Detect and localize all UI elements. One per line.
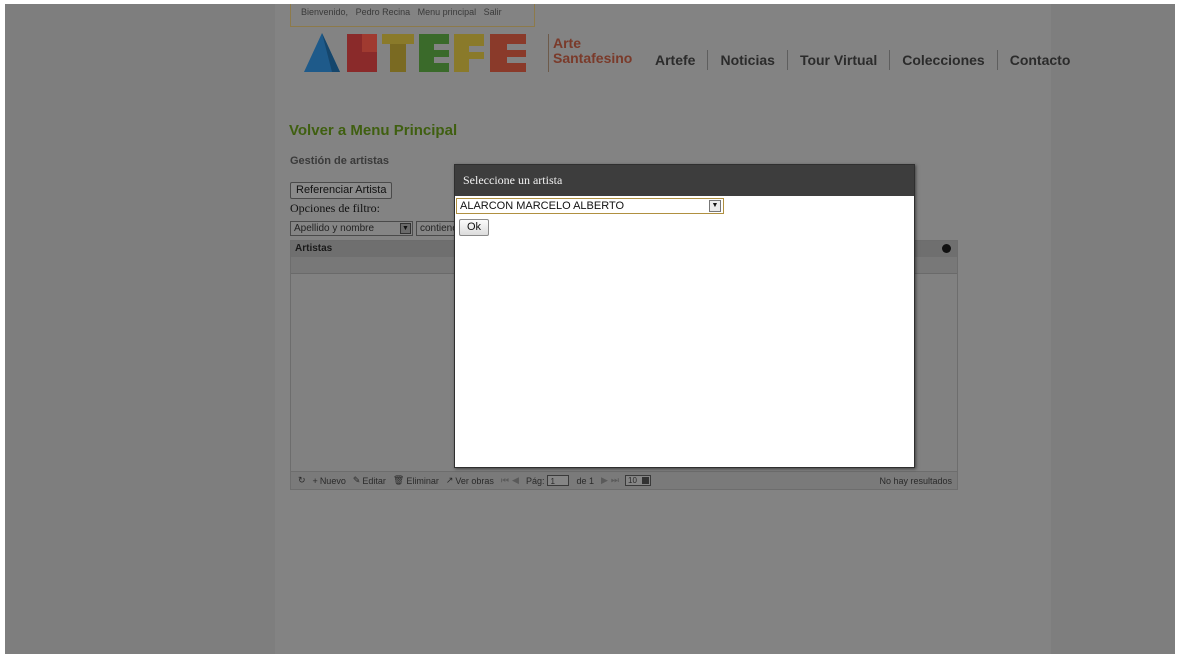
page-total: de 1 [576, 475, 594, 486]
artist-select[interactable]: ALARCON MARCELO ALBERTO ▼ [456, 198, 724, 214]
artefe-logo[interactable] [302, 32, 530, 72]
view-works-button[interactable]: Ver obras [455, 476, 494, 486]
user-name: Pedro Recina [355, 7, 411, 17]
grid-pager: ↻ + Nuevo ✎ Editar 🗑 Eliminar ↗ Ver obra… [291, 471, 957, 489]
result-count: No hay resultados [879, 475, 952, 486]
brand-line-1: Arte [553, 35, 582, 51]
reference-artist-button[interactable]: Referenciar Artista [290, 182, 393, 199]
main-menu-link[interactable]: Menu principal [418, 7, 477, 17]
brand-line-2: Santafesino [553, 50, 633, 66]
edit-icon[interactable]: ✎ [353, 475, 361, 486]
page-number-input[interactable]: 1 [547, 475, 570, 486]
edit-button[interactable]: Editar [362, 476, 386, 486]
delete-button[interactable]: Eliminar [406, 476, 439, 486]
first-page-icon[interactable]: ⏮ [501, 475, 509, 486]
nav-item-contacto[interactable]: Contacto [998, 52, 1083, 68]
user-bar: Bienvenido, Pedro Recina Menu principal … [290, 4, 535, 27]
rows-per-page-select[interactable]: 10 [625, 475, 652, 486]
refresh-icon[interactable]: ↻ [298, 475, 306, 486]
nav-item-noticias[interactable]: Noticias [708, 52, 786, 68]
nav-item-artefe[interactable]: Artefe [643, 52, 707, 68]
artist-select-value: ALARCON MARCELO ALBERTO [460, 200, 625, 212]
main-nav: Artefe Noticias Tour Virtual Colecciones… [643, 50, 1082, 70]
select-artist-dialog: Seleccione un artista ALARCON MARCELO AL… [454, 164, 915, 468]
next-page-icon[interactable]: ▶ [601, 475, 608, 486]
prev-page-icon[interactable]: ◀ [512, 475, 519, 486]
filter-field-value: Apellido y nombre [294, 223, 375, 234]
trash-icon[interactable]: 🗑 [393, 475, 404, 486]
filter-field-select[interactable]: Apellido y nombre ▼ [290, 221, 413, 236]
right-margin [1051, 4, 1175, 654]
new-button[interactable]: Nuevo [320, 476, 346, 486]
chevron-down-icon [642, 477, 650, 484]
logo-letter-e2 [490, 34, 526, 72]
collapse-icon[interactable] [942, 244, 951, 253]
left-margin [5, 4, 275, 654]
last-page-icon[interactable]: ⏭ [611, 475, 619, 486]
external-link-icon[interactable]: ↗ [446, 475, 454, 486]
filter-operator-select[interactable]: contiene [416, 221, 456, 236]
page-label: Pág: [525, 475, 545, 486]
ok-button[interactable]: Ok [459, 219, 490, 236]
chevron-down-icon[interactable]: ▼ [709, 200, 721, 212]
add-icon[interactable]: + [313, 476, 318, 486]
chevron-down-icon: ▼ [400, 223, 411, 234]
dialog-title: Seleccione un artista [455, 165, 914, 196]
brand-divider [548, 34, 549, 72]
filter-label: Opciones de filtro: [290, 201, 380, 215]
logo-letter-e1 [419, 34, 449, 72]
page-title: Gestión de artistas [290, 155, 390, 167]
logout-link[interactable]: Salir [484, 7, 502, 17]
back-to-menu-link[interactable]: Volver a Menu Principal [289, 122, 457, 139]
rows-per-page-value: 10 [628, 476, 637, 485]
brand-name: Arte Santafesino [553, 36, 632, 66]
nav-item-tour-virtual[interactable]: Tour Virtual [788, 52, 889, 68]
welcome-text: Bienvenido, [301, 7, 349, 17]
nav-item-colecciones[interactable]: Colecciones [890, 52, 996, 68]
browser-viewport: Bienvenido, Pedro Recina Menu principal … [5, 4, 1175, 654]
grid-caption-text: Artistas [295, 243, 333, 254]
filter-operator-value: contiene [420, 223, 456, 234]
logo-letter-t [382, 34, 414, 44]
